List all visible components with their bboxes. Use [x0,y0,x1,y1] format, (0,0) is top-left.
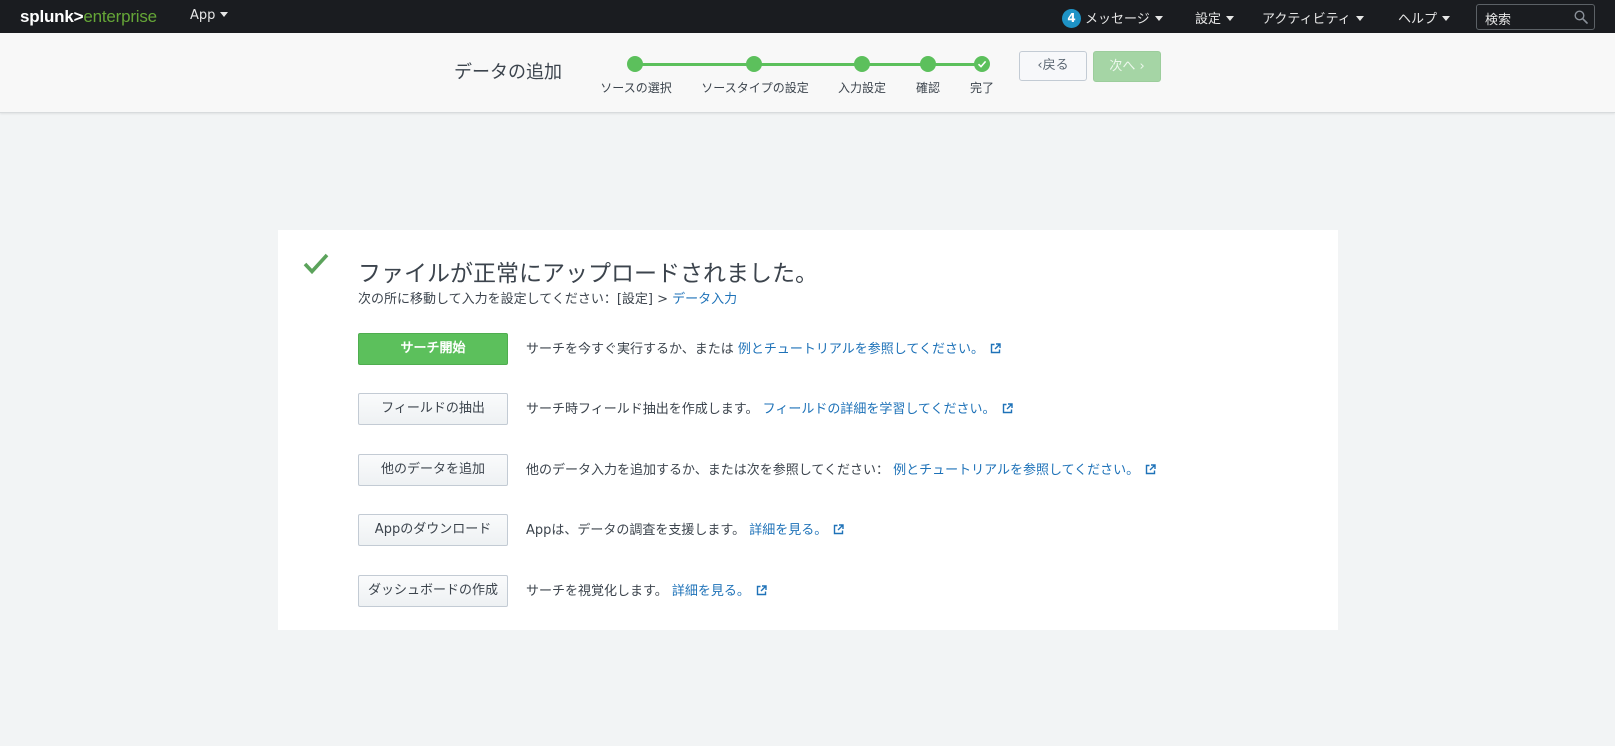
examples-tutorials-link[interactable]: 例とチュートリアルを参照してください。 [738,342,984,357]
wizard-step-bar: データの追加 ソースの選択 ソースタイプの設定 入力設定 確認 完了 ‹戻る 次… [0,33,1615,113]
messages-count-badge: 4 [1062,8,1081,28]
step-label: 完了 [969,81,995,95]
chevron-down-icon [1355,16,1364,21]
messages-menu[interactable]: 4 メッセージ [1062,8,1163,28]
download-apps-description: Appは、データの調査を支援します。 詳細を見る。 [526,519,844,538]
page-title: データの追加 [454,62,562,83]
app-menu[interactable]: App [190,8,229,23]
extract-fields-button[interactable]: フィールドの抽出 [358,393,508,425]
configure-input-hint: 次の所に移動して入力を設定してください：[設定] > データ入力 [358,288,737,307]
build-dashboards-button[interactable]: ダッシュボードの作成 [358,575,508,607]
step-label: 確認 [915,81,941,95]
configure-input-hint-text: 次の所に移動して入力を設定してください：[設定] > [358,292,673,307]
start-search-button[interactable]: サーチ開始 [358,333,508,365]
action-description-text: Appは、データの調査を支援します。 [526,523,750,538]
help-menu[interactable]: ヘルプ [1398,8,1451,27]
step-dot-source [627,56,643,72]
upload-success-panel: ファイルが正常にアップロードされました。 次の所に移動して入力を設定してください… [278,230,1338,630]
app-menu-label: App [190,8,216,23]
chevron-down-icon [1154,16,1163,21]
success-headline: ファイルが正常にアップロードされました。 [358,261,818,287]
activity-menu-label: アクティビティ [1262,12,1351,27]
chevron-right-icon: › [1135,59,1145,74]
examples-tutorials-link[interactable]: 例とチュートリアルを参照してください。 [893,463,1139,478]
chevron-down-icon [220,12,229,17]
external-link-icon[interactable] [1002,402,1013,414]
step-label: ソースの選択 [600,81,672,95]
step-label: ソースタイプの設定 [701,81,809,95]
learn-more-link[interactable]: 詳細を見る。 [749,523,827,538]
logo-text-splunk: splunk> [20,7,84,26]
external-link-icon[interactable] [990,342,1001,354]
activity-menu[interactable]: アクティビティ [1262,8,1364,27]
messages-menu-label: メッセージ [1085,12,1150,27]
splunk-logo[interactable]: splunk>enterprise [20,7,157,27]
add-more-data-description: 他のデータ入力を追加するか、または次を参照してください： 例とチュートリアルを参… [526,459,1156,478]
learn-fields-link[interactable]: フィールドの詳細を学習してください。 [763,402,996,417]
settings-menu-label: 設定 [1195,12,1222,27]
data-inputs-link[interactable]: データ入力 [672,292,737,307]
add-more-data-button[interactable]: 他のデータを追加 [358,454,508,486]
step-label: 入力設定 [837,81,887,95]
download-apps-button[interactable]: Appのダウンロード [358,514,508,546]
start-search-description: サーチを今すぐ実行するか、または 例とチュートリアルを参照してください。 [526,338,1001,357]
top-navigation-bar: splunk>enterprise App 4 メッセージ 設定 アクティビティ … [0,0,1615,33]
success-check-icon [303,253,329,275]
back-button[interactable]: ‹戻る [1019,51,1087,81]
logo-text-enterprise: enterprise [83,7,157,26]
step-dot-sourcetype [746,56,762,72]
step-dot-input-settings [854,56,870,72]
settings-menu[interactable]: 設定 [1195,8,1235,27]
build-dashboards-description: サーチを視覚化します。 詳細を見る。 [526,580,767,599]
next-button-label: 次へ [1109,59,1136,74]
search-icon [1574,10,1588,24]
external-link-icon[interactable] [833,523,844,535]
next-button[interactable]: 次へ › [1093,51,1161,82]
extract-fields-description: サーチ時フィールド抽出を作成します。 フィールドの詳細を学習してください。 [526,398,1013,417]
chevron-down-icon [1442,16,1451,21]
step-dot-review [920,56,936,72]
action-description-text: 他のデータ入力を追加するか、または次を参照してください： [526,463,894,478]
action-description-text: サーチを今すぐ実行するか、または [526,342,738,357]
action-description-text: サーチを視覚化します。 [526,584,672,599]
help-menu-label: ヘルプ [1398,12,1438,27]
back-button-label: 戻る [1042,58,1069,73]
checkmark-icon [977,60,987,68]
search-input[interactable]: 検索 [1476,4,1595,30]
external-link-icon[interactable] [1145,463,1156,475]
step-dot-done [974,56,990,72]
action-description-text: サーチ時フィールド抽出を作成します。 [526,402,763,417]
external-link-icon[interactable] [756,584,767,596]
chevron-down-icon [1226,16,1235,21]
learn-more-link[interactable]: 詳細を見る。 [672,584,750,599]
search-placeholder: 検索 [1485,13,1512,28]
